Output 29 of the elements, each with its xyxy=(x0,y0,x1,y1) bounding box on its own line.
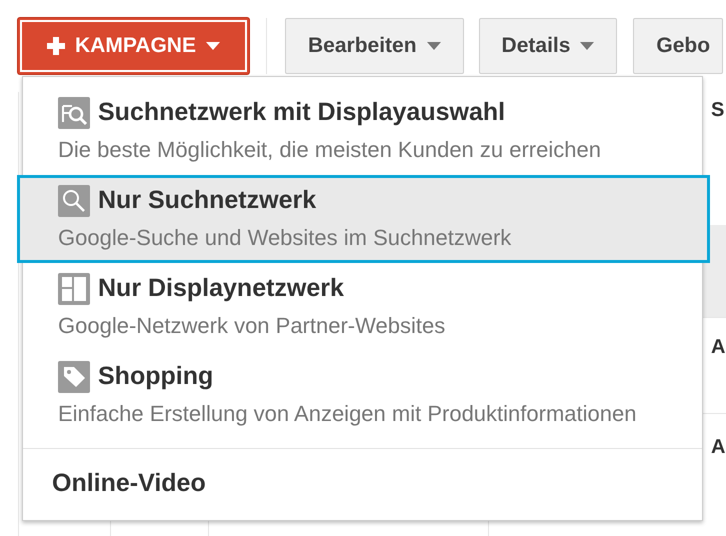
menu-item-title: Online-Video xyxy=(52,468,206,499)
caret-icon xyxy=(426,42,441,50)
menu-item[interactable]: Suchnetzwerk mit Displayauswahl Die beste Möglichkeit, die meisten Kunden zu erreichen xyxy=(17,87,710,175)
menu-item[interactable]: Online-Video xyxy=(17,449,710,502)
table-cell-text: A xyxy=(711,435,726,460)
search-icon xyxy=(58,185,90,217)
tag-icon xyxy=(58,361,90,393)
menu-item-description: Einfache Erstellung von Anzeigen mit Produktinformationen xyxy=(58,400,638,428)
table-cell-text: S xyxy=(711,98,724,123)
menu-item[interactable]: Shopping Einfache Erstellung von Anzeigen mit Produktinformationen xyxy=(17,351,710,439)
menu-item-title: Nur Displaynetzwerk xyxy=(98,273,344,304)
plus-icon xyxy=(47,37,66,55)
new-campaign-button[interactable]: KAMPAGNE xyxy=(18,18,249,74)
dropdown-button[interactable]: Details xyxy=(478,18,618,74)
menu-item[interactable]: Nur Displaynetzwerk Google-Netzwerk von Partner-Websites xyxy=(17,263,710,351)
toolbar-button[interactable]: Gebo xyxy=(633,18,724,74)
menu-item-title: Shopping xyxy=(98,361,214,392)
menu-item-title: Suchnetzwerk mit Displayauswahl xyxy=(98,97,506,128)
menu-item-title: Nur Suchnetzwerk xyxy=(98,185,316,216)
caret-icon xyxy=(580,42,594,50)
menu-item-description: Google-Netzwerk von Partner-Websites xyxy=(58,312,446,340)
menu-item[interactable]: Nur Suchnetzwerk Google-Suche und Websites im Suchnetzwerk xyxy=(17,175,710,263)
menu-item-description: Die beste Möglichkeit, die meisten Kunden zu erreichen xyxy=(58,136,602,164)
caret-icon xyxy=(206,42,220,50)
magnifier-window-icon xyxy=(58,97,90,129)
menu-item-description: Google-Suche und Websites im Suchnetzwerk xyxy=(58,224,512,252)
table-cell-text: A xyxy=(711,335,726,360)
dropdown-button[interactable]: Bearbeiten xyxy=(285,18,464,74)
layout-icon xyxy=(58,273,90,305)
